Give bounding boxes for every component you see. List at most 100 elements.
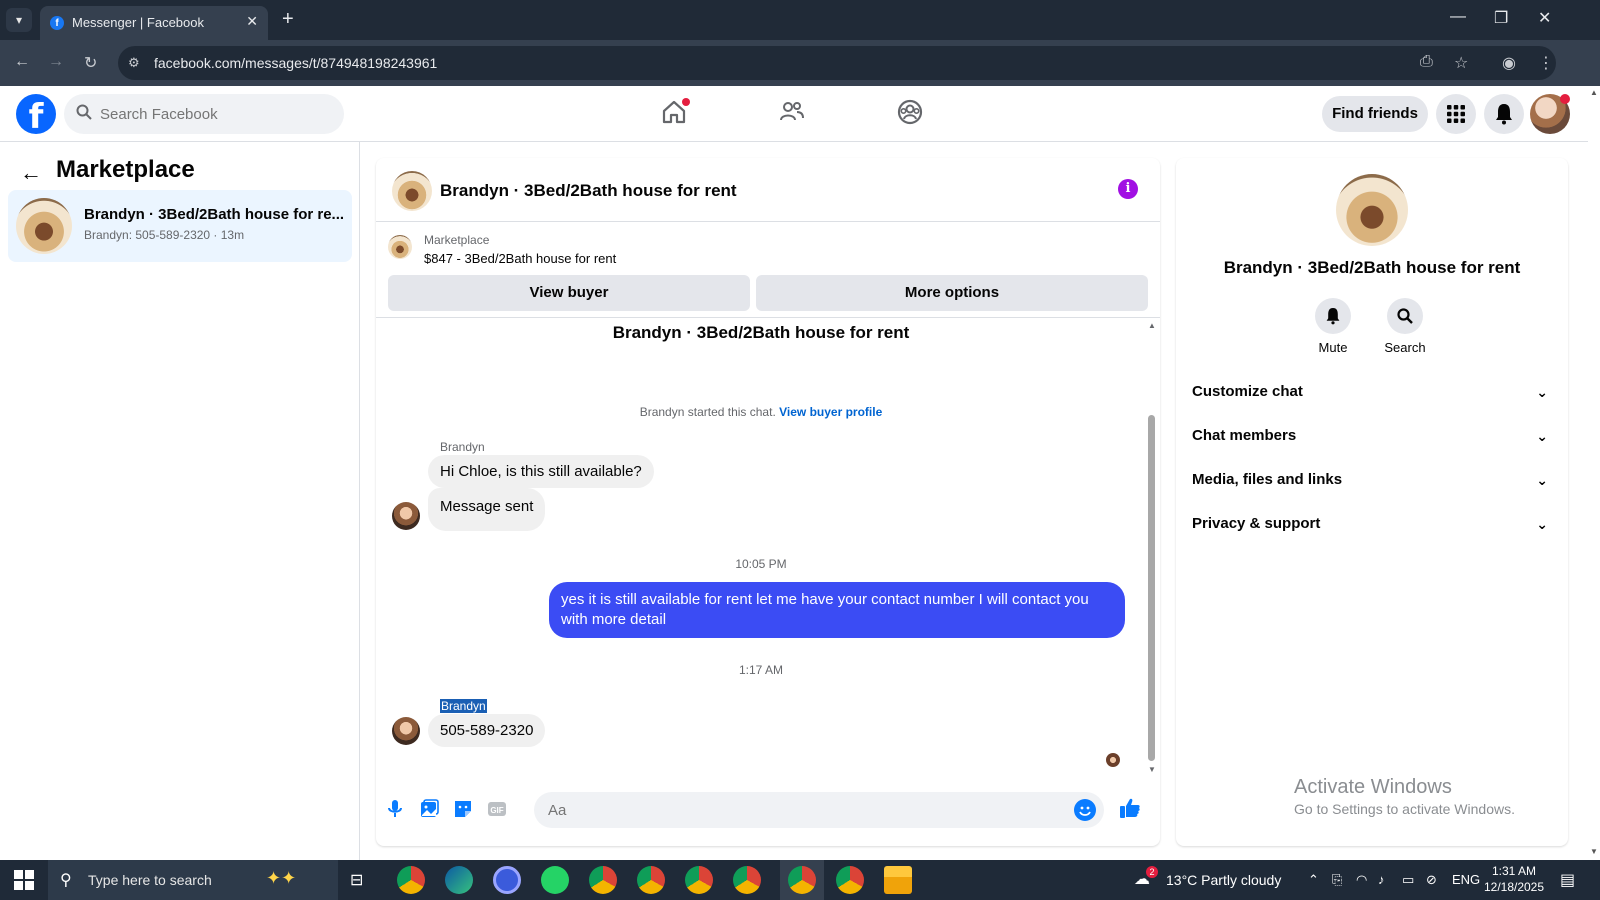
scroll-down-icon[interactable]: ▼ [1148, 765, 1156, 774]
browser-tab[interactable]: f Messenger | Facebook ✕ [40, 6, 268, 40]
message-input-wrapper[interactable] [534, 792, 1104, 828]
facebook-logo-icon[interactable]: f [16, 94, 56, 137]
thumbs-up-icon[interactable] [1118, 796, 1142, 820]
browser-menu-icon[interactable]: ⋮ [1538, 53, 1554, 73]
close-tab-icon[interactable]: ✕ [246, 13, 258, 30]
sender-avatar[interactable] [392, 717, 420, 745]
close-window-icon[interactable]: ✕ [1538, 8, 1551, 28]
forward-icon[interactable]: → [48, 53, 64, 71]
windows-start-icon[interactable] [14, 870, 34, 890]
conversation-preview: Brandyn: 505-589-2320 · 13m [84, 228, 245, 242]
weather-badge: 2 [1146, 866, 1158, 878]
marketplace-banner: Marketplace $847 - 3Bed/2Bath house for … [376, 223, 1160, 318]
back-arrow-icon[interactable]: ← [20, 160, 42, 186]
photo-icon[interactable] [418, 798, 440, 820]
groups-icon[interactable] [896, 98, 926, 128]
bookmark-star-icon[interactable]: ☆ [1454, 53, 1468, 73]
scroll-thumb[interactable] [1148, 415, 1155, 761]
url-bar[interactable]: ⚙ facebook.com/messages/t/87494819824396… [118, 46, 1556, 80]
home-icon[interactable] [660, 98, 690, 128]
weather-text[interactable]: 13°C Partly cloudy [1166, 872, 1281, 888]
search-input[interactable] [100, 94, 330, 134]
conversation-item[interactable]: Brandyn · 3Bed/2Bath house for re... Bra… [8, 190, 352, 262]
back-icon[interactable]: ← [14, 53, 30, 71]
reload-icon[interactable]: ↻ [84, 53, 97, 73]
notifications-button[interactable] [1484, 94, 1524, 134]
battery-icon[interactable]: ▭ [1402, 872, 1414, 888]
chat-header: Brandyn · 3Bed/2Bath house for rent i [376, 158, 1160, 222]
scroll-up-icon[interactable]: ▲ [1590, 88, 1598, 97]
network-off-icon[interactable]: ⊘ [1426, 872, 1437, 888]
system-clock[interactable]: 1:31 AM 12/18/2025 [1476, 863, 1552, 895]
task-view-icon[interactable]: ⊟ [350, 870, 363, 890]
minimize-icon[interactable]: — [1450, 8, 1466, 26]
whatsapp-icon[interactable] [541, 866, 569, 894]
section-label: Customize chat [1192, 383, 1303, 400]
sticker-icon[interactable] [452, 798, 474, 820]
listing-thumbnail[interactable] [1336, 174, 1408, 246]
microphone-icon[interactable] [384, 798, 406, 820]
chrome-icon[interactable] [685, 866, 713, 894]
install-app-icon[interactable]: ⎙ [1420, 53, 1433, 71]
chrome-icon[interactable] [836, 866, 864, 894]
url-text[interactable]: facebook.com/messages/t/874948198243961 [154, 55, 437, 71]
sender-avatar[interactable] [392, 502, 420, 530]
gif-icon[interactable]: GIF [486, 798, 508, 820]
find-friends-button[interactable]: Find friends [1322, 96, 1428, 132]
grid-icon [1447, 105, 1465, 123]
chat-title[interactable]: Brandyn · 3Bed/2Bath house for rent [440, 181, 737, 201]
outgoing-message[interactable]: yes it is still available for rent let m… [549, 582, 1125, 638]
sender-name: Brandyn [440, 440, 485, 454]
site-info-icon[interactable]: ⚙ [128, 55, 140, 71]
chrome-icon[interactable] [589, 866, 617, 894]
chevron-down-icon: ⌄ [1536, 384, 1548, 400]
file-explorer-icon[interactable] [884, 866, 912, 894]
edge-icon[interactable] [445, 866, 473, 894]
privacy-support-section[interactable]: Privacy & support ⌄ [1192, 504, 1552, 544]
chrome-icon[interactable] [733, 866, 761, 894]
tab-search-button[interactable]: ▾ [6, 8, 32, 32]
search-action[interactable]: Search [1370, 298, 1440, 355]
section-label: Media, files and links [1192, 471, 1343, 488]
taskbar-search[interactable]: ⚲ Type here to search ✦✦ [48, 860, 338, 900]
facebook-search[interactable] [64, 94, 344, 134]
listing-thumbnail[interactable] [388, 235, 412, 259]
message-input[interactable] [548, 792, 1048, 828]
incoming-message[interactable]: Message sent [428, 488, 546, 531]
incoming-message[interactable]: 505-589-2320 [428, 714, 546, 747]
mute-action[interactable]: Mute [1298, 298, 1368, 355]
info-icon[interactable]: i [1118, 179, 1138, 199]
chevron-up-icon[interactable]: ⌃ [1308, 872, 1319, 888]
sparkle-icon: ✦✦ [266, 868, 297, 888]
restore-icon[interactable]: ❐ [1494, 8, 1508, 28]
new-tab-icon[interactable]: + [282, 8, 294, 30]
more-options-button[interactable]: More options [756, 275, 1148, 311]
account-avatar[interactable] [1530, 94, 1570, 134]
browser-tab-bar: ▾ f Messenger | Facebook ✕ + — ❐ ✕ [0, 0, 1600, 40]
chrome-icon[interactable] [788, 866, 816, 894]
chat-scrollbar[interactable]: ▲ ▼ [1146, 319, 1158, 779]
chrome-icon[interactable] [637, 866, 665, 894]
listing-price[interactable]: $847 - 3Bed/2Bath house for rent [424, 251, 616, 266]
scroll-up-icon[interactable]: ▲ [1148, 321, 1156, 330]
scroll-down-icon[interactable]: ▼ [1590, 847, 1598, 856]
emoji-icon[interactable] [1074, 799, 1096, 821]
chrome-icon[interactable] [397, 866, 425, 894]
menu-grid-button[interactable] [1436, 94, 1476, 134]
wifi-icon[interactable]: ◠ [1356, 872, 1367, 888]
incoming-message[interactable]: Hi Chloe, is this still available? [428, 455, 654, 488]
page-scrollbar[interactable]: ▲ ▼ [1588, 86, 1600, 860]
chat-members-section[interactable]: Chat members ⌄ [1192, 416, 1552, 456]
volume-icon[interactable]: ♪ [1378, 872, 1385, 887]
device-icon[interactable]: ⎘ [1332, 872, 1342, 888]
listing-thumbnail[interactable] [392, 171, 432, 211]
view-buyer-button[interactable]: View buyer [388, 275, 750, 311]
friends-icon[interactable] [778, 98, 808, 128]
app-icon[interactable] [493, 866, 521, 894]
media-files-links-section[interactable]: Media, files and links ⌄ [1192, 460, 1552, 500]
watermark-subtitle: Go to Settings to activate Windows. [1294, 801, 1515, 817]
customize-chat-section[interactable]: Customize chat ⌄ [1192, 372, 1552, 412]
profile-icon[interactable]: ◉ [1502, 53, 1516, 73]
notification-center-icon[interactable]: ▤ [1560, 870, 1575, 890]
view-buyer-profile-link[interactable]: View buyer profile [779, 405, 882, 419]
